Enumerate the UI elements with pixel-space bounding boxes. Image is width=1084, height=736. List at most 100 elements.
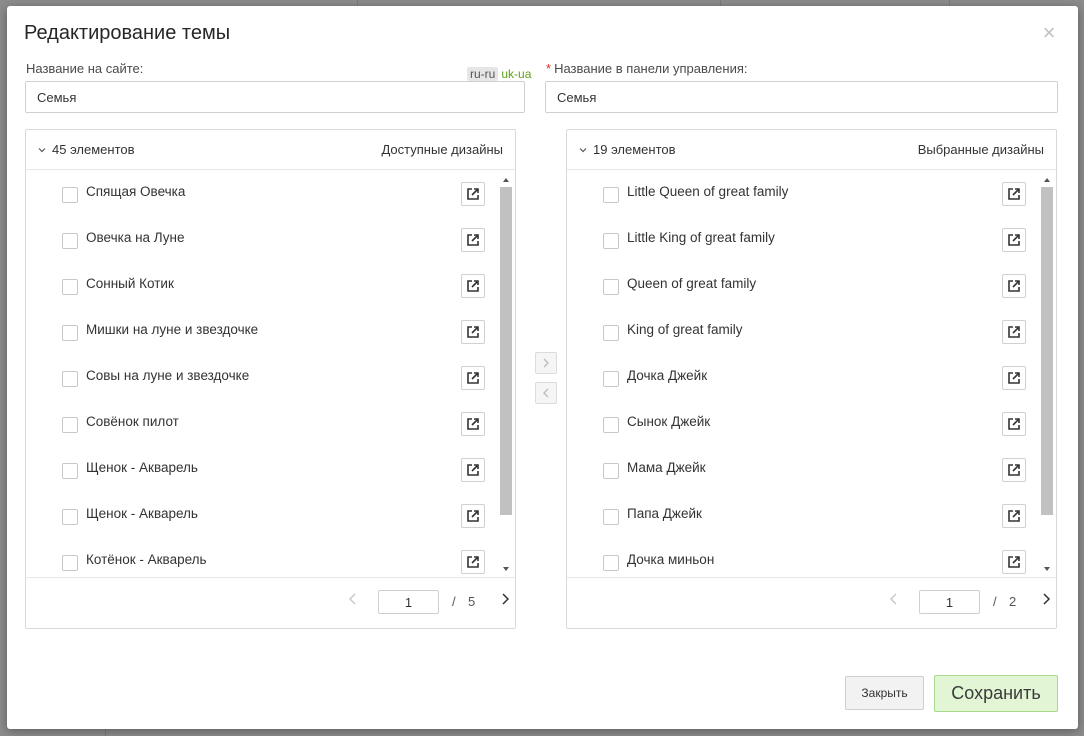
- chevron-left-icon[interactable]: [887, 592, 901, 606]
- lang-ru-tab[interactable]: ru-ru: [467, 67, 499, 81]
- item-checkbox[interactable]: [62, 233, 78, 249]
- chevron-right-icon[interactable]: [498, 592, 512, 606]
- external-link-icon[interactable]: [461, 274, 485, 298]
- list-item[interactable]: Сонный Котик: [26, 263, 515, 309]
- page-input[interactable]: [378, 590, 439, 614]
- external-link-icon[interactable]: [1002, 228, 1026, 252]
- item-checkbox[interactable]: [62, 509, 78, 525]
- list-item[interactable]: Сынок Джейк: [567, 401, 1056, 447]
- external-link-icon[interactable]: [461, 412, 485, 436]
- scroll-thumb[interactable]: [500, 187, 512, 515]
- chevron-down-icon: [579, 147, 587, 152]
- items-count: 45 элементов: [52, 142, 135, 157]
- list-item[interactable]: Little Queen of great family: [567, 171, 1056, 217]
- item-checkbox[interactable]: [603, 279, 619, 295]
- external-link-icon[interactable]: [1002, 504, 1026, 528]
- item-checkbox[interactable]: [603, 417, 619, 433]
- move-right-button[interactable]: [535, 352, 557, 374]
- item-label: Щенок - Акварель: [86, 460, 198, 475]
- item-checkbox[interactable]: [62, 187, 78, 203]
- scroll-down-icon[interactable]: [1043, 565, 1051, 573]
- required-mark: *: [546, 61, 552, 76]
- site-name-input[interactable]: [25, 81, 525, 113]
- item-checkbox[interactable]: [62, 555, 78, 571]
- item-checkbox[interactable]: [62, 279, 78, 295]
- item-checkbox[interactable]: [603, 325, 619, 341]
- scroll-down-icon[interactable]: [502, 565, 510, 573]
- external-link-icon[interactable]: [1002, 320, 1026, 344]
- list-item[interactable]: Queen of great family: [567, 263, 1056, 309]
- list-item[interactable]: Little King of great family: [567, 217, 1056, 263]
- scroll-up-icon[interactable]: [1043, 176, 1051, 184]
- item-checkbox[interactable]: [603, 187, 619, 203]
- list-item[interactable]: Мама Джейк: [567, 447, 1056, 493]
- item-checkbox[interactable]: [62, 417, 78, 433]
- item-label: Папа Джейк: [627, 506, 702, 521]
- close-icon[interactable]: ×: [1040, 22, 1058, 44]
- move-left-button[interactable]: [535, 382, 557, 404]
- list-item[interactable]: Дочка Джейк: [567, 355, 1056, 401]
- admin-name-input[interactable]: [545, 81, 1058, 113]
- scrollbar[interactable]: [1040, 171, 1054, 578]
- external-link-icon[interactable]: [461, 366, 485, 390]
- list-item[interactable]: Спящая Овечка: [26, 171, 515, 217]
- item-checkbox[interactable]: [603, 555, 619, 571]
- external-link-icon[interactable]: [461, 182, 485, 206]
- page-input[interactable]: [919, 590, 980, 614]
- list-item[interactable]: Щенок - Акварель: [26, 447, 515, 493]
- item-label: Совы на луне и звездочке: [86, 368, 250, 383]
- list-item[interactable]: King of great family: [567, 309, 1056, 355]
- list-item[interactable]: Совёнок пилот: [26, 401, 515, 447]
- item-checkbox[interactable]: [62, 371, 78, 387]
- list-item[interactable]: Мишки на луне и звездочке: [26, 309, 515, 355]
- item-checkbox[interactable]: [603, 233, 619, 249]
- panel-header: 45 элементов Доступные дизайны: [26, 130, 515, 170]
- select-all-toggle[interactable]: 19 элементов: [579, 142, 676, 157]
- scrollbar[interactable]: [499, 171, 513, 578]
- external-link-icon[interactable]: [1002, 412, 1026, 436]
- external-link-icon[interactable]: [461, 504, 485, 528]
- item-checkbox[interactable]: [603, 509, 619, 525]
- item-label: Сонный Котик: [86, 276, 174, 291]
- item-label: Дочка Джейк: [627, 368, 708, 383]
- external-link-icon[interactable]: [1002, 182, 1026, 206]
- chevron-down-icon: [38, 147, 46, 152]
- external-link-icon[interactable]: [1002, 458, 1026, 482]
- external-link-icon[interactable]: [461, 228, 485, 252]
- pagination: / 5: [26, 577, 515, 628]
- list-item[interactable]: Папа Джейк: [567, 493, 1056, 539]
- close-button[interactable]: Закрыть: [845, 676, 924, 710]
- item-checkbox[interactable]: [62, 325, 78, 341]
- list-item[interactable]: Совы на луне и звездочке: [26, 355, 515, 401]
- available-designs-panel: 45 элементов Доступные дизайны Спящая Ов…: [25, 129, 516, 629]
- external-link-icon[interactable]: [1002, 550, 1026, 574]
- lang-uk-tab[interactable]: uk-ua: [501, 67, 531, 81]
- scroll-thumb[interactable]: [1041, 187, 1053, 515]
- external-link-icon[interactable]: [1002, 366, 1026, 390]
- item-label: Queen of great family: [627, 276, 757, 291]
- chevron-left-icon[interactable]: [346, 592, 360, 606]
- chevron-right-icon[interactable]: [1039, 592, 1053, 606]
- language-switch: ru-ru uk-ua: [467, 67, 531, 81]
- page-separator: /: [993, 594, 997, 609]
- list-item[interactable]: Котёнок - Акварель: [26, 539, 515, 578]
- select-all-toggle[interactable]: 45 элементов: [38, 142, 135, 157]
- item-checkbox[interactable]: [603, 371, 619, 387]
- external-link-icon[interactable]: [461, 320, 485, 344]
- scroll-up-icon[interactable]: [502, 176, 510, 184]
- list-item[interactable]: Овечка на Луне: [26, 217, 515, 263]
- external-link-icon[interactable]: [461, 458, 485, 482]
- item-label: Сынок Джейк: [627, 414, 711, 429]
- external-link-icon[interactable]: [461, 550, 485, 574]
- save-button[interactable]: Сохранить: [934, 675, 1058, 712]
- external-link-icon[interactable]: [1002, 274, 1026, 298]
- list-item[interactable]: Щенок - Акварель: [26, 493, 515, 539]
- list-item[interactable]: Дочка миньон: [567, 539, 1056, 578]
- panel-header: 19 элементов Выбранные дизайны: [567, 130, 1056, 170]
- chevron-left-icon: [543, 388, 549, 398]
- site-name-label: Название на сайте:: [26, 61, 144, 76]
- item-list: Спящая Овечка Овечка на Луне Сонный Коти…: [26, 171, 515, 578]
- item-checkbox[interactable]: [603, 463, 619, 479]
- item-checkbox[interactable]: [62, 463, 78, 479]
- item-label: Совёнок пилот: [86, 414, 179, 429]
